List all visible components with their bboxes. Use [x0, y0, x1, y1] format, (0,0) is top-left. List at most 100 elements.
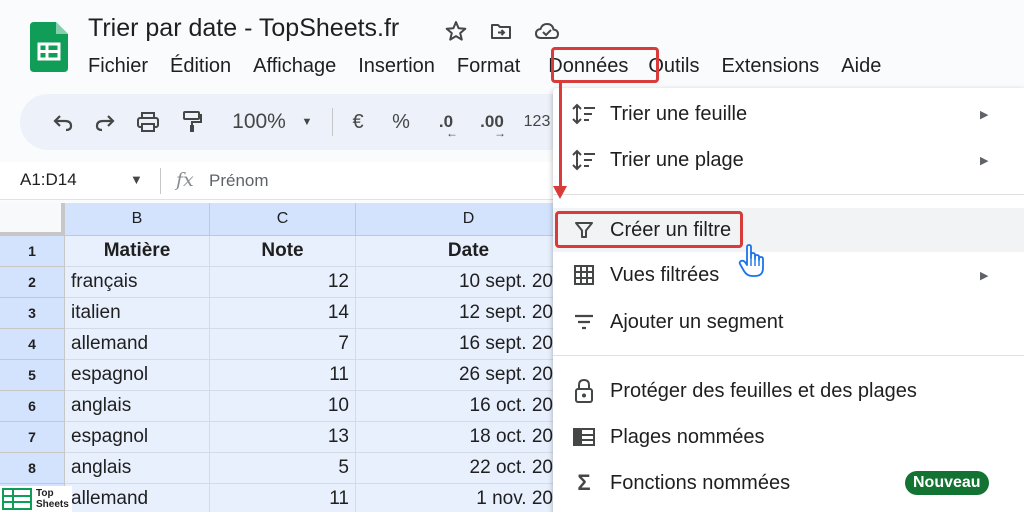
table-cell[interactable]: 10 — [210, 391, 356, 422]
table-cell[interactable]: italien — [65, 298, 210, 329]
table-cell[interactable]: espagnol — [65, 360, 210, 391]
menu-item-label: Plages nommées — [610, 425, 765, 448]
table-cell[interactable]: 1 nov. 20 — [356, 484, 560, 512]
column-header-c[interactable]: C — [210, 203, 356, 236]
table-cell[interactable]: allemand — [65, 329, 210, 360]
table-cell[interactable]: 10 sept. 20 — [356, 267, 560, 298]
table-cell[interactable]: 16 sept. 20 — [356, 329, 560, 360]
table-cell[interactable]: 11 — [210, 484, 356, 512]
row-header[interactable]: 4 — [0, 329, 65, 360]
table-cell[interactable]: anglais — [65, 453, 210, 484]
star-icon[interactable] — [443, 18, 469, 44]
decrease-decimal-button[interactable]: .0 ← — [428, 94, 464, 150]
filter-views-icon — [571, 262, 597, 288]
zoom-chevron-down-icon[interactable]: ▼ — [298, 94, 316, 150]
annotation-arrow — [559, 83, 562, 189]
slicer-icon — [571, 309, 597, 335]
lock-icon — [571, 378, 597, 404]
watermark-text: Top Sheets — [36, 488, 69, 510]
table-cell[interactable]: français — [65, 267, 210, 298]
menu-affichage[interactable]: Affichage — [253, 55, 336, 78]
percent-format-button[interactable]: % — [388, 94, 414, 150]
donnees-dropdown-menu: Trier une feuille ▶ Trier une plage ▶ Cr… — [553, 88, 1024, 512]
row-header[interactable]: 2 — [0, 267, 65, 298]
row-header[interactable]: 6 — [0, 391, 65, 422]
table-cell[interactable]: 26 sept. 20 — [356, 360, 560, 391]
spreadsheet-grid[interactable]: B C D 1 Matière Note Date 2 français 12 … — [0, 203, 560, 512]
name-box[interactable]: A1:D14 — [20, 170, 77, 190]
table-cell[interactable]: 14 — [210, 298, 356, 329]
menu-item-plages-nommees[interactable]: Plages nommées — [553, 415, 1024, 459]
name-box-chevron-down-icon[interactable]: ▼ — [130, 172, 143, 187]
row-header[interactable]: 1 — [0, 236, 65, 267]
column-header-b[interactable]: B — [65, 203, 210, 236]
watermark-line2: Sheets — [36, 499, 69, 510]
menu-item-trier-plage[interactable]: Trier une plage ▶ — [553, 138, 1024, 182]
row-header[interactable]: 5 — [0, 360, 65, 391]
donnees-highlight-box — [551, 47, 659, 83]
sheets-logo-icon[interactable] — [30, 22, 68, 72]
select-all-corner[interactable] — [0, 203, 65, 236]
menu-item-proteger[interactable]: Protéger des feuilles et des plages — [553, 369, 1024, 413]
row-header[interactable]: 3 — [0, 298, 65, 329]
menu-bar: Fichier Édition Affichage Insertion Form… — [88, 52, 903, 80]
new-badge: Nouveau — [905, 471, 989, 495]
table-cell[interactable]: 13 — [210, 422, 356, 453]
table-cell[interactable]: anglais — [65, 391, 210, 422]
table-cell[interactable]: 5 — [210, 453, 356, 484]
table-cell[interactable]: 18 oct. 20 — [356, 422, 560, 453]
table-cell[interactable]: 16 oct. 20 — [356, 391, 560, 422]
cloud-status-icon[interactable] — [534, 18, 560, 44]
sort-icon — [571, 101, 597, 127]
menu-edition[interactable]: Édition — [170, 55, 231, 78]
table-cell[interactable]: 22 oct. 20 — [356, 453, 560, 484]
submenu-arrow-icon: ▶ — [980, 154, 989, 167]
hand-cursor-icon — [738, 244, 764, 277]
filter-highlight-box — [555, 211, 743, 248]
sort-icon — [571, 147, 597, 173]
currency-format-button[interactable]: € — [345, 94, 371, 150]
menu-item-trier-feuille[interactable]: Trier une feuille ▶ — [553, 92, 1024, 136]
arrow-left-icon: ← — [446, 126, 458, 140]
increase-decimal-button[interactable]: .00 → — [474, 94, 510, 150]
column-header-d[interactable]: D — [356, 203, 560, 236]
print-icon[interactable] — [133, 94, 163, 150]
document-title[interactable]: Trier par date - TopSheets.fr — [88, 14, 399, 43]
cell-b1[interactable]: Matière — [65, 236, 210, 267]
annotation-arrow-head-icon — [553, 186, 567, 199]
menu-divider — [553, 194, 1024, 195]
table-cell[interactable]: allemand — [65, 484, 210, 512]
toolbar-divider — [332, 108, 333, 136]
formula-input[interactable]: Prénom — [209, 171, 269, 191]
menu-item-label: Fonctions nommées — [610, 471, 791, 494]
menu-insertion[interactable]: Insertion — [358, 55, 435, 78]
menu-item-fonctions-nommees[interactable]: Σ Fonctions nommées Nouveau — [553, 461, 1024, 505]
paint-format-icon[interactable] — [177, 94, 207, 150]
table-cell[interactable]: 12 — [210, 267, 356, 298]
menu-item-label: Trier une plage — [610, 148, 744, 171]
arrow-right-icon: → — [494, 126, 506, 140]
table-cell[interactable]: espagnol — [65, 422, 210, 453]
undo-icon[interactable] — [48, 94, 78, 150]
row-header[interactable]: 7 — [0, 422, 65, 453]
sigma-icon: Σ — [577, 470, 591, 495]
row-header[interactable]: 8 — [0, 453, 65, 484]
menu-fichier[interactable]: Fichier — [88, 55, 148, 78]
menu-format[interactable]: Format — [457, 55, 520, 78]
menu-aide[interactable]: Aide — [841, 55, 881, 78]
topsheets-logo-icon — [2, 488, 32, 510]
menu-item-ajouter-segment[interactable]: Ajouter un segment — [553, 300, 1024, 344]
menu-item-vues-filtrees[interactable]: Vues filtrées ▶ — [553, 253, 1024, 297]
table-cell[interactable]: 11 — [210, 360, 356, 391]
move-to-folder-icon[interactable] — [488, 18, 514, 44]
menu-item-label: Vues filtrées — [610, 263, 720, 286]
more-formats-button[interactable]: 123 — [522, 94, 552, 150]
redo-icon[interactable] — [90, 94, 120, 150]
cell-c1[interactable]: Note — [210, 236, 356, 267]
menu-item-label: Trier une feuille — [610, 102, 748, 125]
table-cell[interactable]: 12 sept. 20 — [356, 298, 560, 329]
table-cell[interactable]: 7 — [210, 329, 356, 360]
menu-extensions[interactable]: Extensions — [721, 55, 819, 78]
zoom-select[interactable]: 100% — [224, 94, 294, 150]
cell-d1[interactable]: Date — [356, 236, 560, 267]
